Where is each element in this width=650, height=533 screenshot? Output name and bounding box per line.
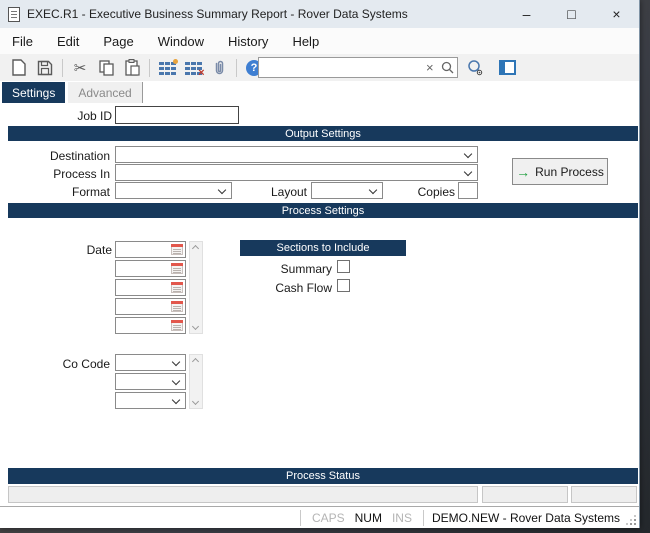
num-indicator: NUM [355,511,382,525]
save-icon[interactable] [32,57,58,79]
statusbar-separator [423,510,424,526]
caps-indicator: CAPS [312,511,345,525]
format-label: Format [0,185,110,199]
cash-flow-label: Cash Flow [220,281,332,295]
co-code-select[interactable] [115,392,186,409]
scroll-down-icon[interactable] [192,323,199,330]
status-message-field [8,486,478,503]
calendar-icon[interactable] [171,263,183,274]
menu-help[interactable]: Help [292,34,319,49]
calendar-icon[interactable] [171,301,183,312]
calendar-icon[interactable] [171,244,183,255]
calendar-icon[interactable] [171,320,183,331]
close-button[interactable]: × [594,0,639,28]
app-window: EXEC.R1 - Executive Business Summary Rep… [0,0,640,528]
statusbar-separator [300,510,301,526]
scroll-up-icon[interactable] [192,245,199,252]
job-id-label: Job ID [0,109,112,123]
menu-window[interactable]: Window [158,34,204,49]
ins-indicator: INS [392,511,412,525]
co-code-select[interactable] [115,354,186,371]
session-context: DEMO.NEW - Rover Data Systems [432,511,620,525]
cut-icon[interactable]: ✂ [67,57,93,79]
attachment-icon[interactable] [206,57,232,79]
tab-strip: Settings Advanced [0,81,639,103]
toolbar-separator [236,59,237,77]
destination-label: Destination [0,149,110,163]
menu-bar: File Edit Page Window History Help [0,28,639,54]
chevron-down-icon [172,377,180,385]
output-settings-header: Output Settings [8,126,638,141]
add-rows-icon[interactable] [154,57,180,79]
sections-header: Sections to Include [240,240,406,256]
date-scrollbar[interactable] [189,241,203,334]
copies-label: Copies [350,185,455,199]
delete-rows-icon[interactable]: × [180,57,206,79]
tab-advanced[interactable]: Advanced [68,82,142,103]
co-code-select[interactable] [115,373,186,390]
date-input[interactable] [115,317,186,334]
clear-search-icon[interactable]: × [422,60,438,75]
date-input[interactable] [115,260,186,277]
cash-flow-checkbox[interactable] [337,279,350,292]
copy-icon[interactable] [93,57,119,79]
process-status-header: Process Status [8,468,638,484]
summary-checkbox[interactable] [337,260,350,273]
date-label: Date [0,243,112,257]
date-input[interactable] [115,241,186,258]
scroll-up-icon[interactable] [192,358,199,365]
job-id-input[interactable] [115,106,239,124]
status-field-tertiary [571,486,637,503]
chevron-down-icon [172,358,180,366]
maximize-button[interactable]: □ [549,0,594,28]
new-document-icon[interactable] [6,57,32,79]
layout-icon[interactable] [494,57,520,79]
toolbar-separator [149,59,150,77]
tab-settings[interactable]: Settings [2,82,65,103]
toolbar-search: × [258,57,458,78]
status-bar: CAPS NUM INS DEMO.NEW - Rover Data Syste… [0,506,639,528]
status-field-secondary [482,486,568,503]
resize-grip-icon[interactable] [628,517,636,525]
title-bar: EXEC.R1 - Executive Business Summary Rep… [0,0,639,28]
co-code-label: Co Code [0,357,110,371]
search-icon[interactable] [438,57,457,79]
process-in-select[interactable] [115,164,478,181]
process-settings-header: Process Settings [8,203,638,218]
toolbar: ✂ × ? × [0,54,639,81]
toolbar-separator [62,59,63,77]
run-process-label: Run Process [535,165,604,179]
calendar-icon[interactable] [171,282,183,293]
zoom-preview-icon[interactable] [462,57,488,79]
layout-label: Layout [200,185,307,199]
menu-file[interactable]: File [12,34,33,49]
scroll-down-icon[interactable] [192,398,199,405]
date-input[interactable] [115,279,186,296]
menu-edit[interactable]: Edit [57,34,79,49]
copies-input[interactable] [458,182,478,199]
process-in-label: Process In [0,167,110,181]
paste-icon[interactable] [119,57,145,79]
run-arrow-icon: → [516,165,530,179]
chevron-down-icon [172,396,180,404]
minimize-button[interactable]: – [504,0,549,28]
run-process-button[interactable]: → Run Process [512,158,608,185]
date-input[interactable] [115,298,186,315]
chevron-down-icon [464,150,472,158]
menu-history[interactable]: History [228,34,268,49]
co-code-scrollbar[interactable] [189,354,203,409]
window-title: EXEC.R1 - Executive Business Summary Rep… [27,7,408,21]
summary-label: Summary [220,262,332,276]
app-icon [8,7,20,22]
chevron-down-icon [464,168,472,176]
destination-select[interactable] [115,146,478,163]
search-input[interactable] [259,58,422,77]
menu-page[interactable]: Page [103,34,133,49]
